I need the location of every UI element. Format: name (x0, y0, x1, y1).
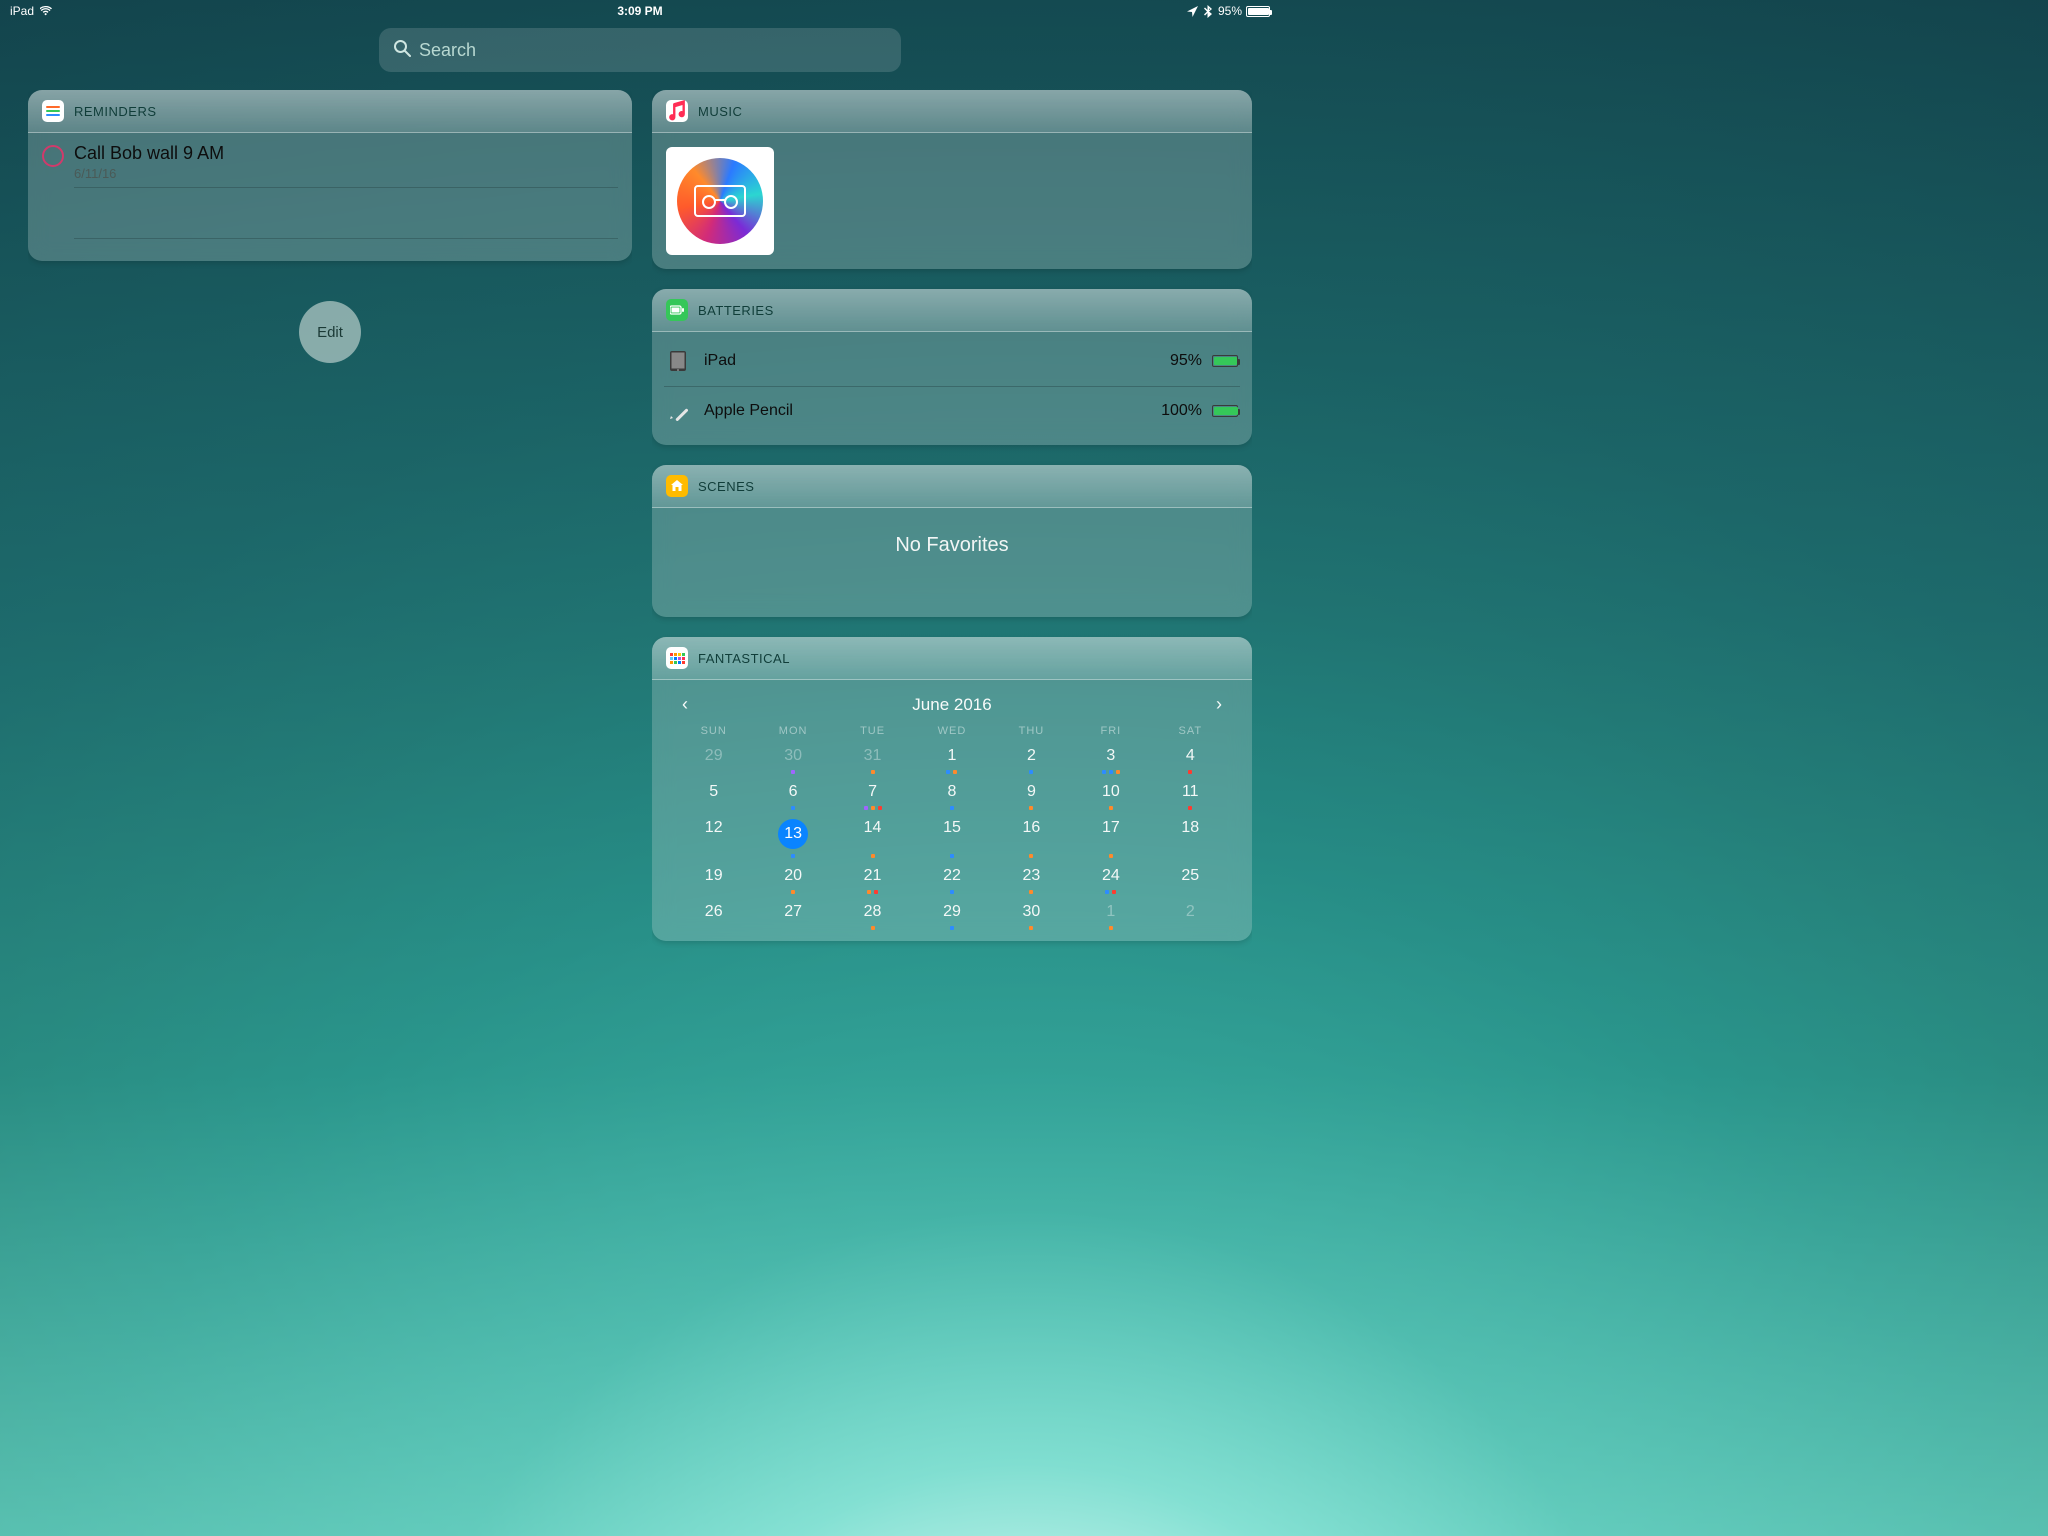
calendar-dow: WED (912, 725, 991, 737)
clock: 3:09 PM (617, 4, 662, 18)
calendar-day[interactable]: 24 (1071, 861, 1150, 897)
calendar-day[interactable]: 8 (912, 777, 991, 813)
calendar-day[interactable]: 19 (674, 861, 753, 897)
battery-device-name: iPad (704, 352, 1170, 370)
edit-button[interactable]: Edit (299, 301, 361, 363)
next-month-button[interactable]: › (1208, 690, 1230, 719)
battery-row: iPad95% (664, 336, 1240, 387)
calendar-day[interactable]: 12 (674, 813, 753, 861)
calendar-day[interactable]: 6 (753, 777, 832, 813)
battery-level-icon (1212, 405, 1238, 417)
calendar-day[interactable]: 21 (833, 861, 912, 897)
scenes-widget[interactable]: SCENES No Favorites (652, 465, 1252, 617)
reminders-widget[interactable]: REMINDERS Call Bob wall 9 AM 6/11/16 (28, 90, 632, 261)
fantastical-title: FANTASTICAL (698, 651, 790, 666)
wifi-icon (40, 6, 55, 17)
device-label: iPad (10, 4, 34, 18)
batteries-title: BATTERIES (698, 303, 774, 318)
battery-percent: 95% (1170, 352, 1202, 370)
battery-percent: 100% (1161, 402, 1202, 420)
fantastical-widget[interactable]: FANTASTICAL ‹ June 2016 › SUNMONTUEWEDTH… (652, 637, 1252, 941)
calendar-dow: MON (753, 725, 832, 737)
reminders-title: REMINDERS (74, 104, 157, 119)
calendar-dow: SUN (674, 725, 753, 737)
calendar-day[interactable]: 26 (674, 897, 753, 933)
calendar-day[interactable]: 17 (1071, 813, 1150, 861)
fantastical-app-icon (666, 647, 688, 669)
calendar-dow: FRI (1071, 725, 1150, 737)
calendar-day[interactable]: 10 (1071, 777, 1150, 813)
calendar-day[interactable]: 1 (912, 741, 991, 777)
calendar-day[interactable]: 16 (992, 813, 1071, 861)
search-icon (393, 39, 411, 62)
calendar-day[interactable]: 22 (912, 861, 991, 897)
calendar-day[interactable]: 31 (833, 741, 912, 777)
reminder-date: 6/11/16 (74, 166, 224, 181)
prev-month-button[interactable]: ‹ (674, 690, 696, 719)
calendar-day[interactable]: 15 (912, 813, 991, 861)
ipad-icon (666, 350, 690, 372)
calendar-day[interactable]: 18 (1151, 813, 1230, 861)
divider (74, 187, 618, 188)
battery-device-name: Apple Pencil (704, 402, 1161, 420)
scenes-empty-state: No Favorites (652, 508, 1252, 617)
status-bar: iPad 3:09 PM 95% (0, 0, 1280, 20)
calendar-day[interactable]: 5 (674, 777, 753, 813)
reminders-app-icon (42, 100, 64, 122)
calendar-day[interactable]: 23 (992, 861, 1071, 897)
scenes-app-icon (666, 475, 688, 497)
calendar-day[interactable]: 25 (1151, 861, 1230, 897)
batteries-widget[interactable]: BATTERIES iPad95%Apple Pencil100% (652, 289, 1252, 445)
battery-row: Apple Pencil100% (664, 387, 1240, 435)
divider (74, 238, 618, 239)
calendar-day[interactable]: 30 (992, 897, 1071, 933)
music-title: MUSIC (698, 104, 742, 119)
calendar-day[interactable]: 27 (753, 897, 832, 933)
search-field[interactable] (379, 28, 901, 72)
calendar-day[interactable]: 29 (912, 897, 991, 933)
calendar-day[interactable]: 7 (833, 777, 912, 813)
calendar-day[interactable]: 1 (1071, 897, 1150, 933)
calendar-day[interactable]: 2 (992, 741, 1071, 777)
bluetooth-icon (1204, 5, 1212, 18)
calendar-day[interactable]: 30 (753, 741, 832, 777)
location-icon (1187, 6, 1198, 17)
calendar-day[interactable]: 4 (1151, 741, 1230, 777)
reminder-title: Call Bob wall 9 AM (74, 143, 224, 164)
calendar-day[interactable]: 3 (1071, 741, 1150, 777)
calendar-day[interactable]: 2 (1151, 897, 1230, 933)
calendar-day[interactable]: 20 (753, 861, 832, 897)
calendar-dow: THU (992, 725, 1071, 737)
reminder-checkbox-icon[interactable] (42, 145, 64, 167)
calendar-day[interactable]: 29 (674, 741, 753, 777)
music-artwork[interactable] (666, 147, 774, 255)
music-app-icon (666, 100, 688, 122)
edit-label: Edit (317, 324, 343, 341)
calendar-day[interactable]: 11 (1151, 777, 1230, 813)
battery-icon (1246, 6, 1270, 17)
calendar-dow: SAT (1151, 725, 1230, 737)
calendar-day[interactable]: 14 (833, 813, 912, 861)
search-input[interactable] (419, 40, 887, 61)
batteries-app-icon (666, 299, 688, 321)
cassette-icon (694, 185, 746, 217)
calendar-dow: TUE (833, 725, 912, 737)
calendar-month-label: June 2016 (912, 695, 991, 715)
battery-level-icon (1212, 355, 1238, 367)
reminder-item[interactable]: Call Bob wall 9 AM 6/11/16 (42, 133, 618, 187)
scenes-title: SCENES (698, 479, 754, 494)
calendar-day[interactable]: 9 (992, 777, 1071, 813)
music-widget[interactable]: MUSIC (652, 90, 1252, 269)
pencil-icon (666, 401, 690, 421)
calendar-day[interactable]: 13 (753, 813, 832, 861)
calendar-day[interactable]: 28 (833, 897, 912, 933)
battery-percent: 95% (1218, 4, 1242, 18)
